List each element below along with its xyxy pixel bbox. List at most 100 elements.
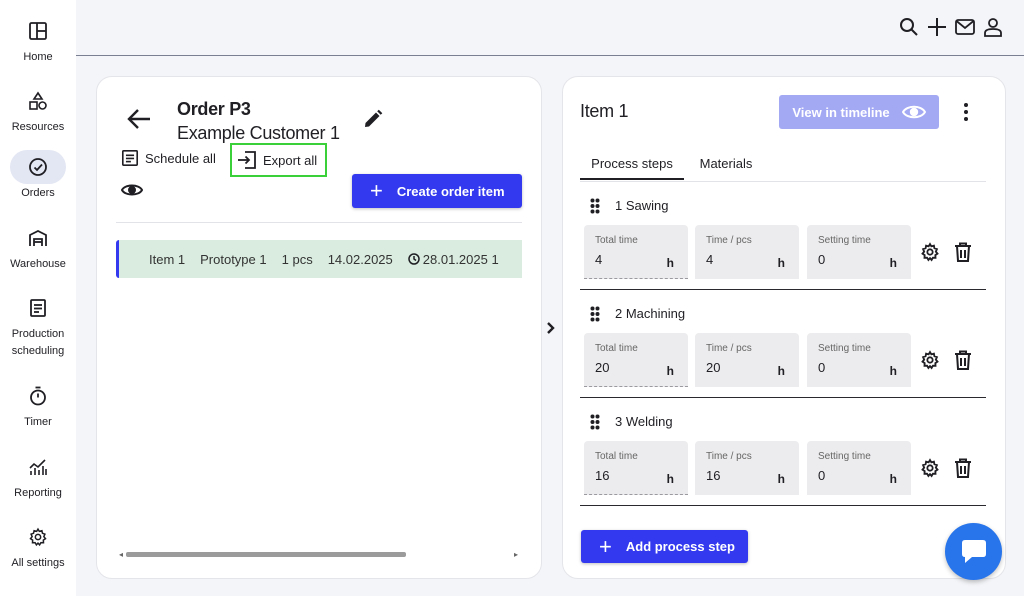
field-value: 16	[595, 468, 610, 483]
setting-time-field[interactable]: Setting time 0 h	[807, 225, 911, 279]
time-per-piece-field[interactable]: Time / pcs 20 h	[695, 333, 799, 387]
gear-icon[interactable]	[920, 242, 940, 262]
field-value: 0	[818, 468, 826, 483]
schedule-icon	[121, 149, 139, 167]
kebab-menu-icon	[964, 103, 968, 121]
field-label: Total time	[595, 343, 638, 354]
add-process-step-button[interactable]: + Add process step	[581, 530, 748, 563]
field-value: 4	[706, 252, 714, 267]
sidebar-item-label: All settings	[11, 557, 65, 569]
drag-handle-icon[interactable]	[590, 306, 600, 322]
sidebar-item-label: Orders	[21, 187, 55, 199]
eye-icon	[121, 184, 143, 196]
more-options-button[interactable]	[958, 101, 974, 123]
schedule-all-label: Schedule all	[145, 150, 216, 166]
check-circle-icon	[29, 158, 47, 176]
edit-order-button[interactable]	[363, 109, 383, 129]
plus-icon	[928, 18, 946, 36]
tab-materials[interactable]: Materials	[688, 148, 764, 180]
sidebar: Home Resources Orders Warehouse Producti…	[0, 0, 76, 596]
total-time-field[interactable]: Total time 16 h	[584, 441, 688, 495]
trash-icon[interactable]	[954, 350, 972, 370]
sidebar-item-reporting[interactable]: Reporting	[0, 450, 76, 502]
chat-icon	[961, 539, 986, 563]
horizontal-scrollbar[interactable]: ◂ ▸	[116, 548, 522, 560]
profile-button[interactable]	[982, 15, 1004, 39]
field-unit: h	[777, 364, 785, 378]
tab-process-steps[interactable]: Process steps	[580, 148, 684, 180]
schedule-icon-wrap	[10, 291, 66, 325]
mail-icon	[955, 19, 975, 35]
sidebar-item-label: Warehouse	[10, 258, 66, 270]
order-item-due: 28.01.2025 1	[408, 252, 514, 267]
chart-icon-wrap	[10, 450, 66, 484]
setting-time-field[interactable]: Setting time 0 h	[807, 333, 911, 387]
eye-icon	[901, 105, 926, 119]
sidebar-item-production-scheduling[interactable]: Production scheduling	[0, 291, 76, 360]
scrollbar-thumb[interactable]	[126, 552, 406, 557]
messages-button[interactable]	[954, 15, 976, 39]
panel-collapse-toggle[interactable]	[543, 318, 559, 338]
scroll-right-icon[interactable]: ▸	[514, 550, 518, 559]
chat-button[interactable]	[945, 523, 1002, 580]
order-item-row[interactable]: Item 1 Prototype 1 1 pcs 14.02.2025 28.0…	[116, 240, 522, 278]
order-customer: Example Customer 1	[177, 123, 340, 143]
field-label: Total time	[595, 235, 638, 246]
order-item-name: Item 1	[149, 251, 186, 267]
search-icon	[900, 18, 918, 36]
field-unit: h	[777, 472, 785, 486]
add-button[interactable]	[926, 15, 948, 39]
process-step: 1 Sawing Total time 4 h Time / pcs 4 h S…	[580, 182, 986, 290]
field-value: 16	[706, 468, 721, 483]
gear-icon[interactable]	[920, 350, 940, 370]
setting-time-field[interactable]: Setting time 0 h	[807, 441, 911, 495]
export-all-button[interactable]: Export all	[230, 143, 328, 177]
chart-icon	[29, 459, 47, 475]
trash-icon[interactable]	[954, 242, 972, 262]
arrow-left-icon	[127, 109, 150, 129]
drag-handle-icon[interactable]	[590, 414, 600, 430]
gear-icon-wrap	[10, 520, 66, 554]
plus-icon: +	[599, 533, 612, 559]
field-unit: h	[666, 256, 674, 270]
sidebar-item-all-settings[interactable]: All settings	[0, 520, 76, 572]
field-label: Time / pcs	[706, 343, 752, 354]
schedule-icon	[30, 299, 46, 317]
time-per-piece-field[interactable]: Time / pcs 16 h	[695, 441, 799, 495]
process-step: 3 Welding Total time 16 h Time / pcs 16 …	[580, 398, 986, 506]
order-item-date: 14.02.2025	[327, 251, 393, 267]
sidebar-item-resources[interactable]: Resources	[0, 84, 76, 136]
schedule-all-button[interactable]: Schedule all	[121, 149, 216, 167]
order-item-product: Prototype 1	[200, 251, 267, 267]
sidebar-item-timer[interactable]: Timer	[0, 379, 76, 431]
field-unit: h	[889, 364, 897, 378]
order-item-due-date: 28.01.2025 1	[422, 251, 499, 267]
total-time-field[interactable]: Total time 4 h	[584, 225, 688, 279]
sidebar-item-label: Timer	[24, 416, 52, 428]
field-value: 20	[595, 360, 610, 375]
field-label: Setting time	[818, 451, 871, 462]
total-time-field[interactable]: Total time 20 h	[584, 333, 688, 387]
view-in-timeline-button[interactable]: View in timeline	[779, 95, 939, 129]
visibility-toggle[interactable]	[121, 181, 143, 199]
create-order-item-button[interactable]: + Create order item	[352, 174, 522, 208]
item-title: Item 1	[580, 101, 629, 121]
sidebar-item-label: Home	[23, 51, 53, 63]
order-title: Order P3	[177, 99, 251, 119]
search-button[interactable]	[898, 15, 920, 39]
scroll-left-icon[interactable]: ◂	[119, 550, 123, 559]
back-button[interactable]	[126, 106, 152, 132]
process-step: 2 Machining Total time 20 h Time / pcs 2…	[580, 290, 986, 398]
home-icon-wrap	[10, 14, 66, 48]
drag-handle-icon[interactable]	[590, 198, 600, 214]
trash-icon[interactable]	[954, 458, 972, 478]
order-item-quantity: 1 pcs	[281, 251, 313, 267]
time-per-piece-field[interactable]: Time / pcs 4 h	[695, 225, 799, 279]
sidebar-item-home[interactable]: Home	[0, 14, 76, 66]
divider	[116, 222, 522, 223]
gear-icon[interactable]	[920, 458, 940, 478]
sidebar-item-warehouse[interactable]: Warehouse	[0, 221, 76, 273]
shapes-icon	[29, 91, 47, 110]
sidebar-item-orders[interactable]: Orders	[0, 150, 76, 202]
stopwatch-icon-wrap	[10, 379, 66, 413]
